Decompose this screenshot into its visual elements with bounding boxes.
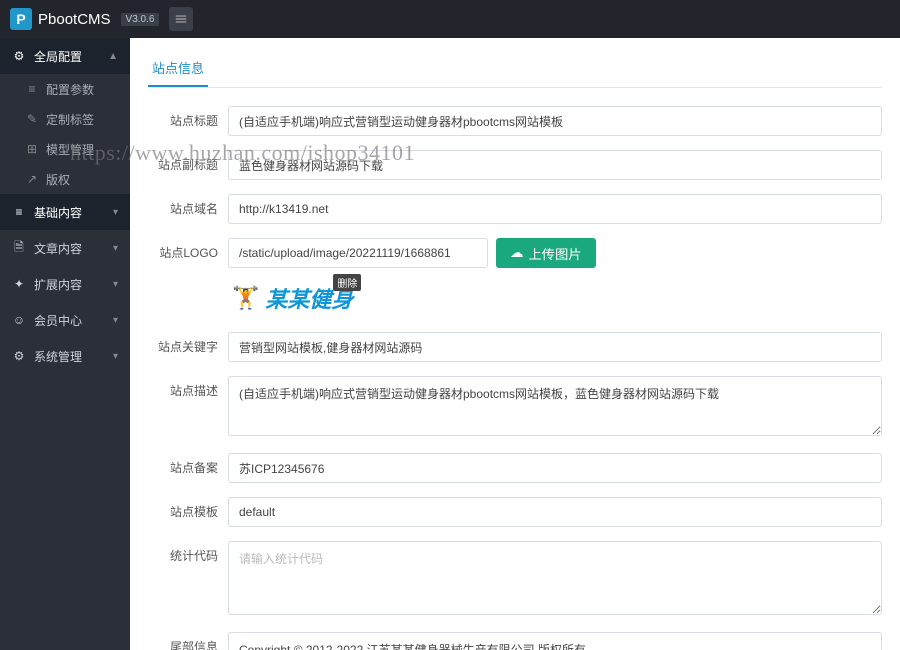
sidebar-group-label: 扩展内容 <box>34 276 82 293</box>
label-site-desc: 站点描述 <box>148 376 228 399</box>
site-title-input[interactable] <box>228 106 882 136</box>
sidebar-group-label: 文章内容 <box>34 240 82 257</box>
site-icp-input[interactable] <box>228 453 882 483</box>
site-keywords-input[interactable] <box>228 332 882 362</box>
stats-code-textarea[interactable] <box>228 541 882 615</box>
fitness-icon: 🏋 <box>232 285 259 311</box>
gear-icon: ⚙ <box>12 49 26 63</box>
site-logo-input[interactable] <box>228 238 488 268</box>
main-content: 站点信息 站点标题 站点副标题 站点域名 站点LOGO ☁ 上传图片 删除 🏋 <box>130 38 900 650</box>
topbar: P PbootCMS V3.0.6 <box>0 0 900 38</box>
tab-header: 站点信息 <box>148 50 882 88</box>
star-icon: ✦ <box>12 277 26 291</box>
sidebar: ⚙ 全局配置 ▲ ≡配置参数 ✎定制标签 ⊞模型管理 ↗版权 ≡ 基础内容 ▾ … <box>0 38 130 650</box>
label-site-subtitle: 站点副标题 <box>148 150 228 173</box>
label-site-domain: 站点域名 <box>148 194 228 217</box>
pencil-icon: ✎ <box>26 112 38 126</box>
label-site-logo: 站点LOGO <box>148 238 228 261</box>
label-footer-info: 尾部信息 <box>148 632 228 650</box>
logo-icon: P <box>10 8 32 30</box>
sidebar-group-basic[interactable]: ≡ 基础内容 ▾ <box>0 194 130 230</box>
sidebar-group-label: 系统管理 <box>34 348 82 365</box>
delete-preview-button[interactable]: 删除 <box>333 274 361 291</box>
label-site-keywords: 站点关键字 <box>148 332 228 355</box>
label-site-title: 站点标题 <box>148 106 228 129</box>
chevron-down-icon: ▾ <box>113 207 118 218</box>
list-icon: ≡ <box>12 205 26 219</box>
menu-toggle-button[interactable] <box>169 7 193 31</box>
sidebar-item-label: 版权 <box>46 171 70 188</box>
version-badge: V3.0.6 <box>121 13 160 26</box>
label-site-tpl: 站点模板 <box>148 497 228 520</box>
chevron-up-icon: ▲ <box>108 51 118 62</box>
logo-box: P PbootCMS V3.0.6 <box>10 8 159 30</box>
sidebar-item-tags[interactable]: ✎ 定制标签 <box>0 104 130 134</box>
list-icon: ≡ <box>26 82 38 96</box>
tab-site-info[interactable]: 站点信息 <box>148 50 208 87</box>
sidebar-group-label: 会员中心 <box>34 312 82 329</box>
footer-info-textarea[interactable]: Copyright © 2012-2022 江苏某某健身器械生产有限公司 版权所… <box>228 632 882 650</box>
grid-icon: ⊞ <box>26 142 38 156</box>
site-subtitle-input[interactable] <box>228 150 882 180</box>
chevron-down-icon: ▾ <box>113 243 118 254</box>
upload-image-button[interactable]: ☁ 上传图片 <box>496 238 596 268</box>
cloud-upload-icon: ☁ <box>510 245 523 261</box>
sidebar-group-extend[interactable]: ✦ 扩展内容 ▾ <box>0 266 130 302</box>
gear-icon: ⚙ <box>12 349 26 363</box>
chevron-down-icon: ▾ <box>113 351 118 362</box>
sidebar-item-copyright[interactable]: ↗ 版权 <box>0 164 130 194</box>
sidebar-group-member[interactable]: ☺ 会员中心 ▾ <box>0 302 130 338</box>
upload-button-label: 上传图片 <box>528 244 581 263</box>
user-icon: ☺ <box>12 313 26 327</box>
site-domain-input[interactable] <box>228 194 882 224</box>
sidebar-group-article[interactable]: 🗎 文章内容 ▾ <box>0 230 130 266</box>
doc-icon: 🗎 <box>12 238 26 259</box>
logo-preview: 删除 🏋 某某健身 <box>228 278 357 318</box>
sidebar-item-label: 模型管理 <box>46 141 94 158</box>
chevron-down-icon: ▾ <box>113 315 118 326</box>
sidebar-item-label: 配置参数 <box>46 81 94 98</box>
chevron-down-icon: ▾ <box>113 279 118 290</box>
brand-name: PbootCMS <box>38 11 111 28</box>
hamburger-icon <box>174 12 188 26</box>
label-site-icp: 站点备案 <box>148 453 228 476</box>
sidebar-item-label: 定制标签 <box>46 111 94 128</box>
sidebar-item-config[interactable]: ≡ 配置参数 <box>0 74 130 104</box>
sidebar-group-label: 全局配置 <box>34 48 82 65</box>
site-desc-textarea[interactable]: (自适应手机端)响应式营销型运动健身器材pbootcms网站模板，蓝色健身器材网… <box>228 376 882 436</box>
site-tpl-input[interactable] <box>228 497 882 527</box>
sidebar-group-system[interactable]: ⚙ 系统管理 ▾ <box>0 338 130 374</box>
sidebar-group-global[interactable]: ⚙ 全局配置 ▲ <box>0 38 130 74</box>
sidebar-item-model[interactable]: ⊞ 模型管理 <box>0 134 130 164</box>
arrow-icon: ↗ <box>26 172 38 186</box>
label-stats-code: 统计代码 <box>148 541 228 564</box>
sidebar-group-label: 基础内容 <box>34 204 82 221</box>
